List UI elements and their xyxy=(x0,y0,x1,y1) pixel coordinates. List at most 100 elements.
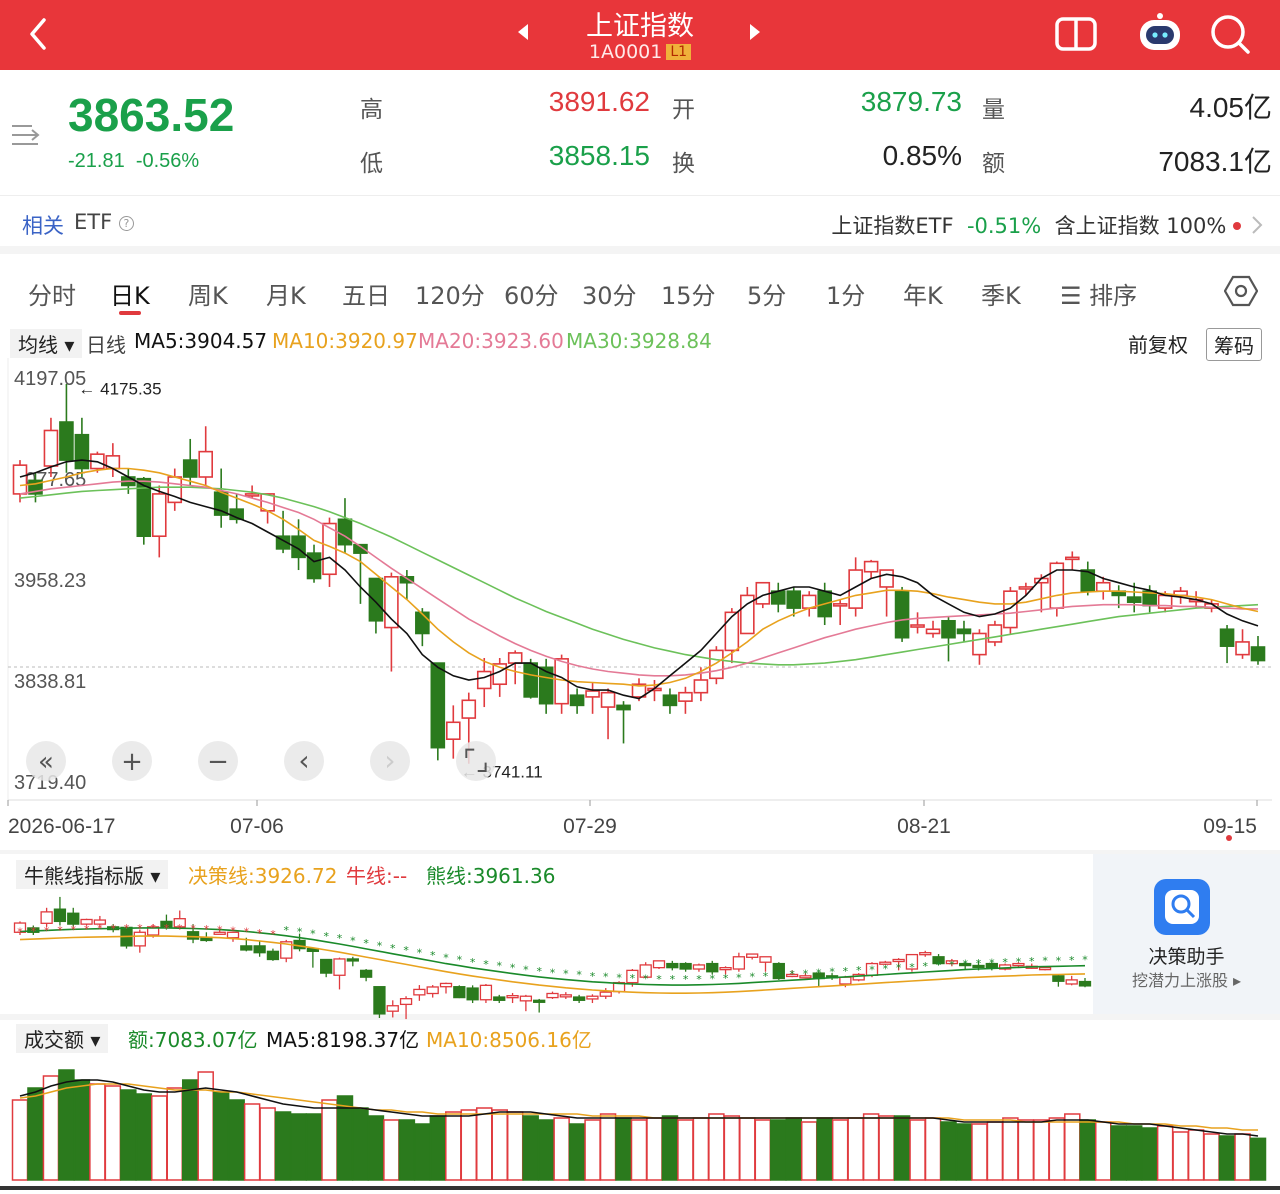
adjust-mode[interactable]: 前复权 xyxy=(1128,329,1188,358)
ind-candle-body xyxy=(253,945,266,954)
zoom-button-label[interactable]: ‹ xyxy=(298,744,309,777)
indicator-selector[interactable]: 牛熊线指标版 ▾ xyxy=(16,860,169,889)
decision-assistant-card[interactable]: 决策助手 挖潜力上涨股 ▸ xyxy=(1093,854,1280,1014)
y-tick-label: 4197.05 xyxy=(14,368,86,390)
y-tick-label: 3958.23 xyxy=(14,570,86,592)
signal-marker: * xyxy=(44,924,50,937)
tab-8[interactable]: 15分 xyxy=(661,276,716,311)
ind-candle-body xyxy=(133,931,146,947)
chips-button[interactable]: 筹码 xyxy=(1206,328,1262,361)
zoom-button-label[interactable]: + xyxy=(121,747,143,777)
decision-line: 决策线:3926.72 xyxy=(188,864,338,888)
zoom-control-0[interactable]: « xyxy=(26,741,66,781)
amount-ma5-line xyxy=(19,1079,1259,1137)
candle-body xyxy=(832,603,848,607)
ind-candle-body xyxy=(959,962,972,967)
candle-body xyxy=(662,694,678,707)
signal-marker: * xyxy=(936,959,942,972)
amount-bar xyxy=(445,1111,462,1181)
zoom-control-5[interactable]: ⌜⌟ xyxy=(456,741,496,781)
signal-marker: * xyxy=(789,968,795,981)
amount-bar xyxy=(661,1115,679,1181)
tab-1[interactable]: 日K xyxy=(110,276,150,311)
candle-body xyxy=(1065,556,1080,561)
settings-hexagon-icon[interactable] xyxy=(1224,274,1258,308)
chevron-right-icon[interactable] xyxy=(1250,214,1264,236)
search-icon[interactable] xyxy=(1208,12,1252,56)
zoom-control-1[interactable]: + xyxy=(112,741,152,781)
amount-bar xyxy=(553,1117,570,1181)
candle-body xyxy=(709,649,724,680)
price-change: -21.81 -0.56% xyxy=(68,150,200,172)
zoom-button-bg xyxy=(370,741,410,781)
tab-2[interactable]: 周K xyxy=(188,276,228,311)
tab-3[interactable]: 月K xyxy=(266,276,306,311)
signal-marker: * xyxy=(350,934,356,947)
zoom-control-4[interactable]: › xyxy=(370,741,410,781)
candle-body xyxy=(941,619,956,639)
next-stock-icon[interactable] xyxy=(750,24,760,40)
tab-10[interactable]: 1分 xyxy=(826,276,865,311)
robot-assistant-icon[interactable] xyxy=(1136,10,1184,54)
ind-candle-body xyxy=(572,996,586,1001)
ma10-value: MA10:3920.97 xyxy=(272,329,418,353)
signal-marker: * xyxy=(57,924,63,937)
ind-candle-body xyxy=(852,973,865,981)
turnover-value: 0.85% xyxy=(882,140,962,171)
candle-body xyxy=(275,535,291,550)
related-etf-row[interactable]: 相关 ETF ? 上证指数ETF -0.51% 含上证指数 100% xyxy=(0,196,1280,254)
ind-candle-body xyxy=(1012,962,1025,967)
decision-line-curve xyxy=(19,935,1086,995)
active-tab-indicator xyxy=(119,311,141,315)
signal-marker: * xyxy=(1016,955,1022,968)
zoom-button-label[interactable]: › xyxy=(384,744,395,777)
signal-marker: * xyxy=(390,942,396,955)
zoom-button-bg xyxy=(112,741,152,781)
tab-7[interactable]: 30分 xyxy=(582,276,637,311)
zoom-control-3[interactable]: ‹ xyxy=(284,741,324,781)
ind-candle-body xyxy=(359,969,373,978)
ind-candle-body xyxy=(213,931,226,935)
signal-marker: * xyxy=(869,963,875,976)
tab-0[interactable]: 分时 xyxy=(28,276,76,311)
tab-13[interactable]: ☰ 排序 xyxy=(1060,276,1137,311)
amount-bar xyxy=(429,1115,447,1181)
tab-6[interactable]: 60分 xyxy=(504,276,559,311)
amount-bar xyxy=(816,1117,833,1181)
ma30-value: MA30:3928.84 xyxy=(566,329,712,353)
zoom-button-label[interactable]: − xyxy=(207,747,229,777)
zoom-control-2[interactable]: − xyxy=(198,741,238,781)
amount-bar xyxy=(460,1109,478,1181)
ma-selector[interactable]: 均线 ▾ xyxy=(10,329,83,358)
amount-bar xyxy=(1172,1131,1189,1181)
collapse-menu-icon[interactable] xyxy=(10,122,42,148)
tab-9[interactable]: 5分 xyxy=(747,276,786,311)
signal-marker: * xyxy=(377,939,383,952)
candle-body xyxy=(956,628,972,635)
tab-11[interactable]: 年K xyxy=(903,276,943,311)
ind-candle-body xyxy=(612,981,626,993)
zoom-button-label[interactable]: « xyxy=(38,747,54,777)
ind-candle-body xyxy=(173,918,186,928)
tab-12[interactable]: 季K xyxy=(981,276,1021,311)
signal-marker: * xyxy=(150,922,156,935)
ind-candle-body xyxy=(639,964,652,978)
ma10-line xyxy=(19,467,1259,687)
split-view-icon[interactable] xyxy=(1054,15,1098,55)
signal-marker: * xyxy=(1042,955,1048,968)
zoom-button-label[interactable]: ⌜⌟ xyxy=(463,744,489,777)
signal-marker: * xyxy=(883,962,889,975)
ind-candle-body xyxy=(932,956,945,965)
amount-selector[interactable]: 成交额 ▾ xyxy=(16,1024,109,1053)
ind-candle-body xyxy=(865,962,879,976)
candle-body xyxy=(1080,569,1096,592)
tab-5[interactable]: 120分 xyxy=(415,276,485,311)
ind-candle-body xyxy=(373,986,386,1015)
ind-candle-body xyxy=(945,960,959,965)
signal-marker: * xyxy=(749,971,755,984)
tab-4[interactable]: 五日 xyxy=(342,276,390,311)
amount-bar xyxy=(878,1115,895,1181)
amount-bar xyxy=(104,1085,122,1181)
x-tick-label: 08-21 xyxy=(897,815,951,838)
candle-body xyxy=(1235,641,1250,656)
